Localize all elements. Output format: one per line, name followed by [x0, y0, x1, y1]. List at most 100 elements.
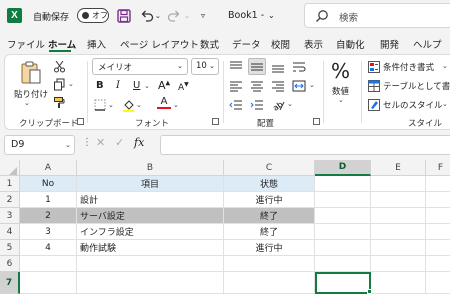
tab-file[interactable]: ファイル — [7, 37, 45, 51]
empty-cell[interactable] — [371, 176, 426, 192]
table-cell[interactable]: 動作試験 — [77, 240, 224, 256]
column-header-d[interactable]: D — [315, 160, 371, 176]
row-header-7[interactable]: 7 — [0, 272, 20, 294]
empty-cell[interactable] — [315, 208, 371, 224]
empty-cell[interactable] — [426, 208, 450, 224]
font-name-select[interactable]: メイリオ ⌄ — [92, 58, 188, 75]
align-bottom-icon[interactable] — [270, 59, 286, 74]
table-cell[interactable]: 終了 — [224, 224, 315, 240]
empty-cell[interactable] — [20, 256, 77, 272]
active-cell-border[interactable] — [315, 272, 371, 294]
decrease-indent-icon[interactable] — [228, 97, 244, 112]
empty-cell[interactable] — [426, 272, 450, 294]
table-cell[interactable]: インフラ設定 — [77, 224, 224, 240]
wrap-text-icon[interactable] — [291, 59, 307, 74]
orientation-icon[interactable]: ab — [270, 97, 286, 112]
font-launcher-icon[interactable] — [212, 118, 219, 125]
tab-help[interactable]: ヘルプ — [413, 37, 442, 51]
tab-formulas[interactable]: 数式 — [200, 37, 219, 51]
underline-button[interactable]: U — [133, 80, 140, 91]
conditional-formatting-button[interactable]: 条件付き書式 — [383, 61, 434, 73]
fill-handle[interactable] — [367, 289, 372, 294]
format-painter-icon[interactable] — [52, 95, 66, 109]
number-dropdown-icon[interactable]: ⌄ — [338, 96, 344, 104]
empty-cell[interactable] — [426, 224, 450, 240]
fill-color-dropdown-icon[interactable]: ⌄ — [136, 101, 142, 109]
italic-button[interactable]: I — [116, 80, 120, 91]
empty-cell[interactable] — [371, 208, 426, 224]
table-header-cell[interactable]: No — [20, 176, 77, 192]
fill-color-icon[interactable] — [121, 98, 135, 112]
empty-cell[interactable] — [315, 192, 371, 208]
font-size-select[interactable]: 10 ⌄ — [191, 58, 219, 75]
align-middle-icon[interactable] — [248, 58, 266, 75]
merge-center-icon[interactable] — [291, 78, 307, 93]
format-as-table-icon[interactable] — [367, 79, 380, 92]
empty-cell[interactable] — [371, 256, 426, 272]
tab-data[interactable]: データ — [232, 37, 261, 51]
empty-cell[interactable] — [371, 240, 426, 256]
redo-dropdown-icon[interactable]: ⌄ — [184, 12, 190, 20]
table-header-cell[interactable]: 状態 — [224, 176, 315, 192]
chevron-down-icon[interactable]: ⌄ — [442, 62, 448, 70]
paste-dropdown-icon[interactable]: ⌄ — [24, 99, 30, 107]
table-cell[interactable]: 2 — [20, 208, 77, 224]
redo-icon[interactable] — [166, 8, 181, 23]
save-icon[interactable] — [116, 8, 131, 23]
tab-developer[interactable]: 開発 — [380, 37, 399, 51]
align-top-icon[interactable] — [228, 59, 244, 74]
tab-page-layout[interactable]: ページ レイアウト — [120, 37, 199, 51]
increase-font-button[interactable]: A▲ — [158, 79, 170, 92]
enter-icon[interactable]: ✓ — [115, 136, 124, 149]
formula-input[interactable] — [160, 135, 450, 155]
search-input[interactable]: 検索 — [304, 3, 450, 28]
empty-cell[interactable] — [315, 240, 371, 256]
empty-cell[interactable] — [20, 272, 77, 294]
undo-icon[interactable] — [139, 8, 154, 23]
align-center-icon[interactable] — [249, 78, 265, 93]
tab-home[interactable]: ホーム — [48, 37, 76, 51]
copy-dropdown-icon[interactable]: ⌄ — [68, 80, 74, 88]
empty-cell[interactable] — [426, 192, 450, 208]
cell-styles-icon[interactable] — [367, 98, 380, 111]
row-header-6[interactable]: 6 — [0, 256, 20, 272]
font-color-button[interactable]: A — [157, 96, 171, 112]
cell-styles-button[interactable]: セルのスタイル — [383, 99, 443, 111]
alignment-launcher-icon[interactable] — [313, 118, 320, 125]
table-cell[interactable]: 終了 — [224, 208, 315, 224]
empty-cell[interactable] — [426, 240, 450, 256]
decrease-font-button[interactable]: A▼ — [178, 81, 189, 93]
tab-insert[interactable]: 挿入 — [87, 37, 106, 51]
table-cell[interactable]: 進行中 — [224, 192, 315, 208]
empty-cell[interactable] — [371, 272, 426, 294]
autosave-toggle[interactable]: オフ — [77, 8, 109, 23]
row-header-4[interactable]: 4 — [0, 224, 20, 240]
row-header-1[interactable]: 1 — [0, 176, 20, 192]
orientation-dropdown-icon[interactable]: ⌄ — [287, 100, 293, 108]
empty-cell[interactable] — [315, 224, 371, 240]
underline-dropdown-icon[interactable]: ⌄ — [144, 82, 150, 90]
paste-icon[interactable] — [17, 59, 45, 87]
empty-cell[interactable] — [315, 256, 371, 272]
formula-bar-splitter[interactable]: ⋮ — [82, 137, 92, 148]
copy-icon[interactable] — [52, 77, 66, 91]
name-box[interactable]: D9 ⌄ — [4, 135, 75, 155]
empty-cell[interactable] — [426, 176, 450, 192]
row-header-5[interactable]: 5 — [0, 240, 20, 256]
table-cell[interactable]: 3 — [20, 224, 77, 240]
cut-icon[interactable] — [52, 59, 66, 73]
table-cell[interactable]: 1 — [20, 192, 77, 208]
empty-cell[interactable] — [315, 176, 371, 192]
chevron-down-icon[interactable]: ⌄ — [442, 100, 448, 108]
conditional-formatting-icon[interactable] — [367, 60, 380, 73]
column-header-c[interactable]: C — [224, 160, 315, 176]
empty-cell[interactable] — [371, 224, 426, 240]
column-header-e[interactable]: E — [371, 160, 426, 176]
borders-icon[interactable] — [93, 98, 107, 112]
column-header-f[interactable]: F — [426, 160, 450, 176]
table-header-cell[interactable]: 項目 — [77, 176, 224, 192]
empty-cell[interactable] — [426, 256, 450, 272]
empty-cell[interactable] — [77, 256, 224, 272]
empty-cell[interactable] — [371, 192, 426, 208]
table-cell[interactable]: 4 — [20, 240, 77, 256]
